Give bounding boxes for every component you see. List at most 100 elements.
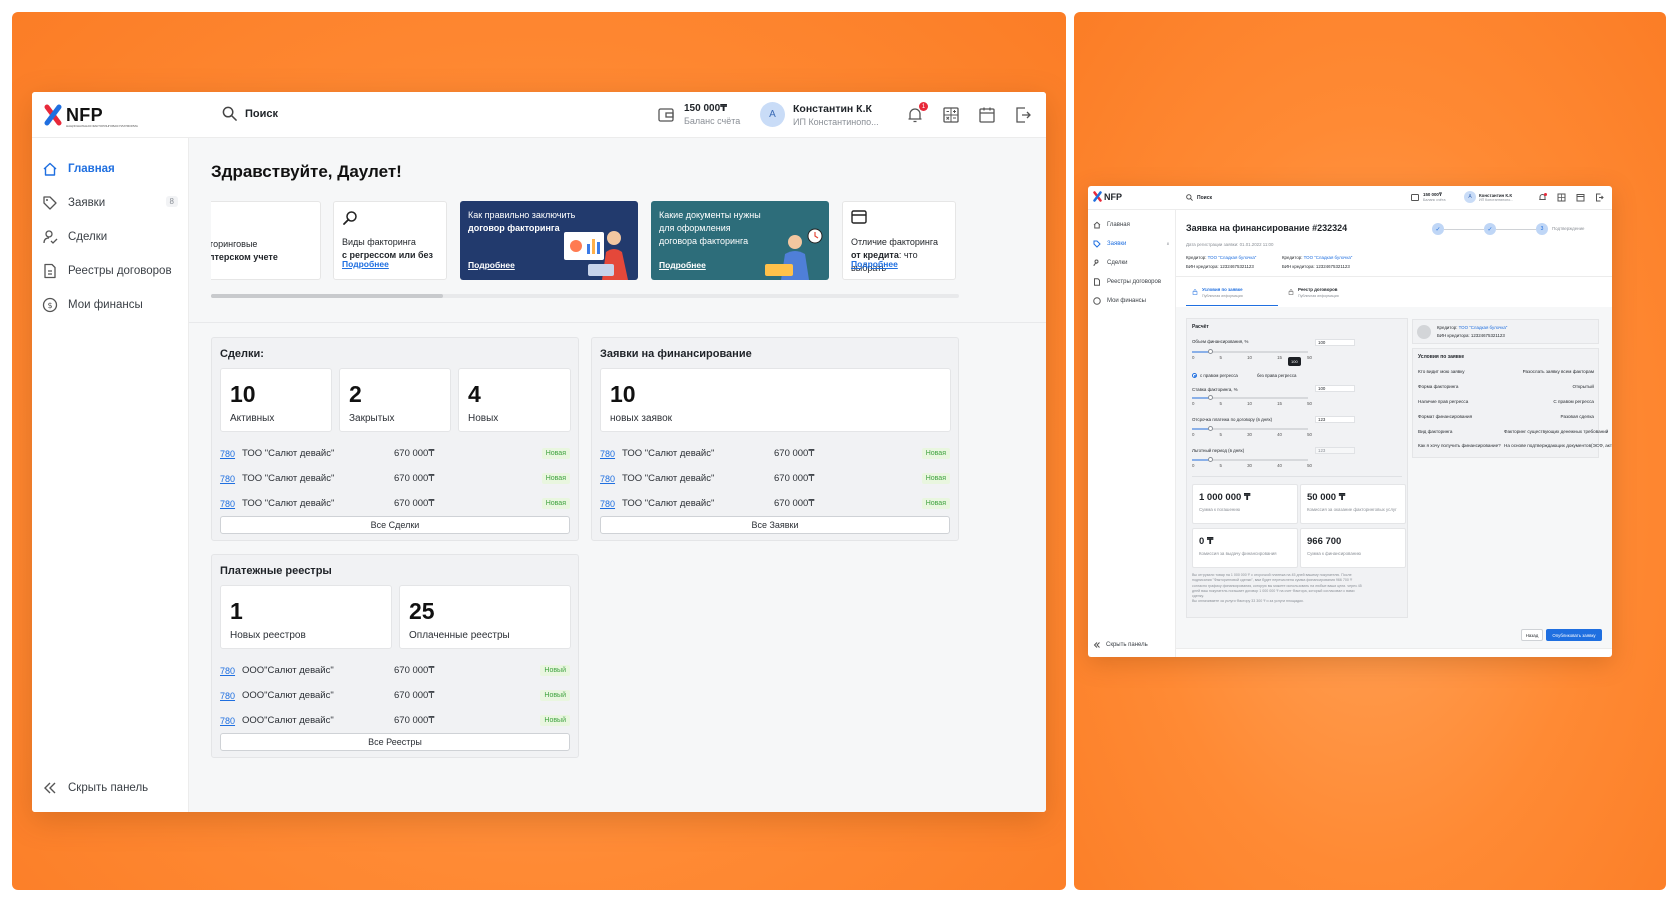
stat-card[interactable]: 2 Закрытых [339,368,451,432]
search-icon [222,106,237,121]
delay-slider[interactable] [1192,426,1308,431]
balance[interactable]: 150 000₸ Баланс счёта [1411,192,1445,202]
info-cards-carousel[interactable]: акторинговые галтерском учете Виды факто… [211,201,959,281]
balance[interactable]: 150 000₸ Баланс счёта [658,103,740,126]
item-id-link[interactable]: 780 [220,716,242,726]
user-name: Константин К.К [793,102,872,115]
slider-knob[interactable] [1208,395,1213,400]
list-item[interactable]: 780 ООО"Салют девайс" 670 000₸ Новый [220,708,570,733]
calendar-button[interactable] [978,106,996,124]
card-more-link[interactable]: Подробнее [851,258,898,271]
rate-slider[interactable] [1192,395,1308,400]
info-card[interactable]: Как правильно заключить договор факторин… [460,201,638,280]
card-more-link[interactable]: Подробнее [659,259,706,272]
info-card[interactable]: Виды факторинга с регрессом или без Подр… [333,201,447,280]
sidebar-item-deals[interactable]: Сделки [1088,253,1175,272]
delay-input[interactable]: 123 [1315,416,1355,423]
creditor-link[interactable]: ТОО "Сладкая булочка" [1459,325,1508,330]
condition-row: Форма факторинга Открытый [1418,384,1594,390]
logout-icon[interactable] [1595,193,1604,202]
all-deals-button[interactable]: Все Сделки [220,516,570,534]
search-box[interactable]: Поиск [1186,194,1212,201]
stat-card[interactable]: 1 Новых реестров [220,585,392,649]
grace-slider[interactable] [1192,457,1308,462]
item-id-link[interactable]: 780 [220,474,242,484]
logout-button[interactable] [1014,106,1032,124]
sidebar-item-home[interactable]: Главная [32,152,188,186]
slider-knob[interactable] [1208,457,1213,462]
card-more-link[interactable]: Подробнее [342,258,389,271]
stat-card[interactable]: 10 Активных [220,368,332,432]
calculator-button[interactable] [942,106,960,124]
section-title: Платежные реестры [220,565,332,577]
card-more-link[interactable]: Подробнее [468,259,515,272]
stat-card[interactable]: 4 Новых [458,368,571,432]
user-menu[interactable]: А Константин К.К ИП Константинопо... [760,102,879,127]
calendar-icon[interactable] [1576,193,1585,202]
creditor-link[interactable]: ТОО "Сладкая булочка" [1304,255,1353,260]
hide-panel-button[interactable]: Скрыть панель [1093,641,1148,649]
dollar-icon: $ [42,297,58,313]
list-item[interactable]: 780 ТОО "Салют девайс" 670 000₸ Новая [600,466,950,491]
carousel-scrollbar[interactable] [211,294,959,298]
tab-registry[interactable]: Реестр договоров Публичная информация [1282,286,1374,306]
tick-label: 5 [1219,463,1222,468]
user-name: Константин К.К [1479,192,1513,198]
stat-card[interactable]: 10 новых заявок [600,368,951,432]
back-button[interactable]: Назад [1521,629,1543,641]
sidebar-item-applications[interactable]: Заявки 8 [32,186,188,220]
list-item[interactable]: 780 ТОО "Салют девайс" 670 000₸ Новая [220,491,570,516]
item-id-link[interactable]: 780 [220,449,242,459]
card-line: Отличие факторинга [851,237,938,247]
sidebar-item-finances[interactable]: Мои финансы [1088,291,1175,310]
tab-conditions[interactable]: Условия по заявке Публичная информация [1186,286,1278,306]
list-item[interactable]: 780 ТОО "Салют девайс" 670 000₸ Новая [220,441,570,466]
list-item[interactable]: 780 ООО"Салют девайс" 670 000₸ Новый [220,658,570,683]
notifications-button[interactable]: 1 [906,102,928,124]
volume-input[interactable]: 100 [1315,339,1355,346]
calculator-icon[interactable] [1557,193,1566,202]
all-registries-button[interactable]: Все Реестры [220,733,570,751]
info-card[interactable]: Какие документы нужны для оформления дог… [651,201,829,280]
grace-input[interactable]: 123 [1315,447,1355,454]
item-name: ООО"Салют девайс" [242,715,334,726]
sidebar-item-registries[interactable]: Реестры договоров [32,254,188,288]
scrollbar-thumb[interactable] [211,294,443,298]
item-id-link[interactable]: 780 [600,449,622,459]
rate-input[interactable]: 100 [1315,385,1355,392]
sidebar-item-home[interactable]: Главная [1088,215,1175,234]
search-box[interactable]: Поиск [222,106,278,121]
list-item[interactable]: 780 ООО"Салют девайс" 670 000₸ Новый [220,683,570,708]
sidebar-item-finances[interactable]: $ Мои финансы [32,288,188,322]
item-id-link[interactable]: 780 [600,499,622,509]
list-item[interactable]: 780 ТОО "Салют девайс" 670 000₸ Новая [600,491,950,516]
sidebar-item-applications[interactable]: Заявки 8 [1088,234,1175,253]
sidebar-item-deals[interactable]: Сделки [32,220,188,254]
bin-line: БИН кредитора: 12324675321123 [1437,333,1505,338]
info-card[interactable]: акторинговые галтерском учете [211,201,321,280]
stat-card[interactable]: 25 Оплаченные реестры [399,585,571,649]
hide-panel-button[interactable]: Скрыть панель [42,780,148,796]
slider-knob[interactable] [1208,426,1213,431]
info-card[interactable]: Отличие факторинга от кредита: что выбра… [842,201,956,280]
list-item[interactable]: 780 ТОО "Салют девайс" 670 000₸ Новая [600,441,950,466]
item-id-link[interactable]: 780 [220,666,242,676]
creditor-link[interactable]: ТОО "Сладкая булочка" [1208,255,1257,260]
radio-with-regress[interactable]: с правом регресса [1192,373,1238,378]
item-id-link[interactable]: 780 [600,474,622,484]
logo[interactable]: NFP НАЦИОНАЛЬНАЯ ФАКТОРИНГОВАЯ ПЛАТФОРМА [44,104,138,128]
publish-button[interactable]: Опубликовать заявку [1546,629,1602,641]
sidebar-item-registries[interactable]: Реестры договоров [1088,272,1175,291]
all-applications-button[interactable]: Все Заявки [600,516,950,534]
item-id-link[interactable]: 780 [220,691,242,701]
logo[interactable]: NFP [1093,191,1122,202]
bell-icon[interactable] [1538,193,1547,202]
user-menu[interactable]: А Константин К.К ИП Константинопо... [1464,191,1513,203]
radio-without-regress[interactable]: без права регресса [1257,373,1296,378]
item-id-link[interactable]: 780 [220,499,242,509]
search-icon [1186,194,1193,201]
volume-slider[interactable] [1192,349,1308,354]
user-handshake-icon [43,230,58,244]
list-item[interactable]: 780 ТОО "Салют девайс" 670 000₸ Новая [220,466,570,491]
slider-knob[interactable] [1208,349,1213,354]
